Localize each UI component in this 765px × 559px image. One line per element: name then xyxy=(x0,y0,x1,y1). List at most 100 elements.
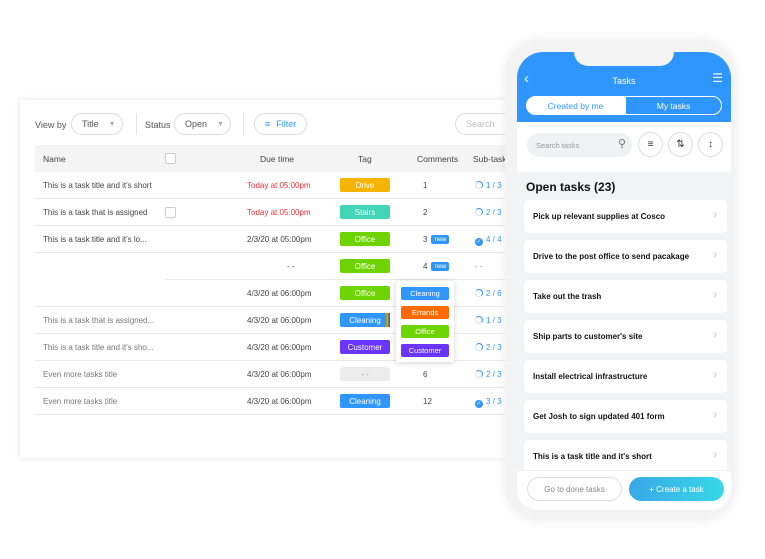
tab-my-tasks[interactable]: My tasks xyxy=(625,96,722,115)
task-name: This is a task that is assigned... xyxy=(43,316,155,325)
tag-badge[interactable]: Office xyxy=(340,286,390,300)
new-badge: new xyxy=(431,235,450,244)
subtask-progress: 1 / 3 xyxy=(475,316,502,325)
comment-count: 2 xyxy=(423,208,427,217)
dropdown-tag-option[interactable]: Customer xyxy=(401,344,449,357)
tag-badge[interactable]: - - xyxy=(340,367,390,381)
phone-search-input[interactable]: Search tasks ⚲ xyxy=(527,133,632,157)
comment-count-value: 4 xyxy=(423,262,428,271)
filter-button[interactable]: ≡ xyxy=(638,132,663,157)
due-time: 4/3/20 at 06:00pm xyxy=(247,316,312,325)
subtask-progress: 2 / 6 xyxy=(475,289,502,298)
dropdown-tag-option[interactable]: Errands xyxy=(401,306,449,319)
select-all-checkbox[interactable] xyxy=(165,153,176,164)
chevron-right-icon: › xyxy=(713,329,717,341)
status-select[interactable]: Open ▼ xyxy=(174,113,231,135)
task-title: Ship parts to customer's site xyxy=(533,332,643,341)
comment-count-value: 3 xyxy=(423,235,428,244)
dropdown-tag-option[interactable]: Cleaning xyxy=(401,287,449,300)
sort-button[interactable]: ⇅ xyxy=(668,132,693,157)
tag-badge[interactable]: Customer xyxy=(340,340,390,354)
go-to-done-tasks-button[interactable]: Go to done tasks xyxy=(527,477,622,501)
due-time: 4/3/20 at 06:00pm xyxy=(247,289,312,298)
tab-created-by-me[interactable]: Created by me xyxy=(526,96,625,115)
phone-task-item[interactable]: This is a task title and it's short › xyxy=(524,440,727,473)
table-row[interactable]: This is a task title and it's lo... 2/3/2… xyxy=(35,226,520,253)
progress-ring-icon xyxy=(475,316,483,324)
chevron-right-icon: › xyxy=(713,449,717,461)
column-comments: Comments xyxy=(417,154,459,164)
chevron-right-icon: › xyxy=(713,209,717,221)
phone-task-item[interactable]: Pick up relevant supplies at Cosco › xyxy=(524,200,727,233)
subtask-count: 2 / 3 xyxy=(486,343,502,352)
task-table-panel: View by Title ▼ Status Open ▼ ≡ Filter Sear… xyxy=(20,100,520,458)
view-by-value: Title xyxy=(82,119,99,129)
task-title: Install electrical infrastructure xyxy=(533,372,648,381)
subtask-progress: 2 / 3 xyxy=(475,370,502,379)
subtask-progress: 2 / 3 xyxy=(475,343,502,352)
subtask-count: 2 / 6 xyxy=(486,289,502,298)
chevron-right-icon: › xyxy=(713,409,717,421)
table-row[interactable]: - - Office 4 new - - xyxy=(165,253,520,280)
table-header: Name Due time Tag Comments Sub-tasks xyxy=(35,145,520,172)
subtask-count: 1 / 3 xyxy=(486,181,502,190)
view-by-label: View by xyxy=(35,120,67,130)
check-circle-icon: ✓ xyxy=(475,400,483,408)
phone-task-item[interactable]: Ship parts to customer's site › xyxy=(524,320,727,353)
tag-badge[interactable]: Office xyxy=(340,259,390,273)
row-checkbox[interactable] xyxy=(165,207,176,218)
progress-ring-icon xyxy=(475,343,483,351)
tag-stack-indicator xyxy=(385,313,390,327)
progress-ring-icon xyxy=(475,181,483,189)
filter-icon: ≡ xyxy=(265,119,271,129)
tag-badge[interactable]: Cleaning xyxy=(340,394,390,408)
subtask-progress: 2 / 3 xyxy=(475,208,502,217)
comment-count: 4 new xyxy=(423,262,450,271)
create-task-button[interactable]: + Create a task xyxy=(629,477,724,501)
tag-dropdown: Cleaning Errands Office Customer xyxy=(396,281,454,362)
task-title: Get Josh to sign updated 401 form xyxy=(533,412,665,421)
divider xyxy=(136,113,137,135)
filter-button[interactable]: ≡ Filter xyxy=(254,113,307,135)
comment-count-value: 2 xyxy=(423,208,428,217)
due-time: Today at 05:00pm xyxy=(247,208,311,217)
table-row[interactable]: This is a task that is assigned Today at … xyxy=(35,199,520,226)
tag-badge[interactable]: Drive xyxy=(340,178,390,192)
chevron-right-icon: › xyxy=(713,249,717,261)
due-time: 4/3/20 at 06:00pm xyxy=(247,343,312,352)
task-name: Even more tasks title xyxy=(43,397,118,406)
phone-task-item[interactable]: Install electrical infrastructure › xyxy=(524,360,727,393)
search-placeholder: Search tasks xyxy=(536,141,580,150)
phone-screen: ‹ Tasks ☰ Created by me My tasks Search … xyxy=(517,52,731,510)
phone-search-row: Search tasks ⚲ ≡ ⇅ ↕ xyxy=(517,122,731,172)
dropdown-tag-option[interactable]: Office xyxy=(401,325,449,338)
task-title: This is a task title and it's short xyxy=(533,452,652,461)
chevron-right-icon: › xyxy=(713,289,717,301)
subtask-progress: 1 / 3 xyxy=(475,181,502,190)
subtask-progress: ✓ 4 / 4 xyxy=(475,235,502,246)
expand-button[interactable]: ↕ xyxy=(698,132,723,157)
subtask-progress: ✓ 3 / 3 xyxy=(475,397,502,408)
subtask-count: - - xyxy=(475,262,483,271)
table-row[interactable]: This is a task title and it's short Today… xyxy=(35,172,520,199)
filter-icon: ≡ xyxy=(647,139,654,150)
view-by-select[interactable]: Title ▼ xyxy=(71,113,123,135)
expand-collapse-icon: ↕ xyxy=(708,139,713,150)
comment-count-value: 1 xyxy=(423,181,428,190)
phone-task-item[interactable]: Get Josh to sign updated 401 form › xyxy=(524,400,727,433)
task-list-menu-icon[interactable]: ☰ xyxy=(712,71,723,85)
phone-task-item[interactable]: Take out the trash › xyxy=(524,280,727,313)
divider xyxy=(243,113,244,135)
comment-count: 3 new xyxy=(423,235,450,244)
tag-badge[interactable]: Cleaning xyxy=(340,313,390,327)
tag-badge[interactable]: Office xyxy=(340,232,390,246)
table-row[interactable]: Even more tasks title 4/3/20 at 06:00pm Cl… xyxy=(35,388,520,415)
table-row[interactable]: Even more tasks title 4/3/20 at 06:00pm - … xyxy=(35,361,520,388)
tag-badge[interactable]: Stairs xyxy=(340,205,390,219)
due-time: 2/3/20 at 05:00pm xyxy=(247,235,312,244)
due-time: - - xyxy=(287,262,295,271)
subtask-count: 3 / 3 xyxy=(486,397,502,406)
comment-count-value: 6 xyxy=(423,370,428,379)
phone-task-item[interactable]: Drive to the post office to send pacakag… xyxy=(524,240,727,273)
phone-header: ‹ Tasks ☰ Created by me My tasks xyxy=(517,52,731,122)
